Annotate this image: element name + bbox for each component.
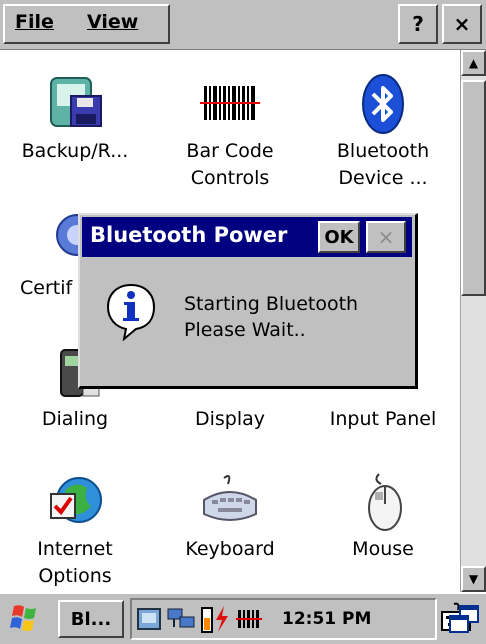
dialog-titlebar: Bluetooth Power OK ×	[82, 217, 412, 257]
close-button[interactable]: ×	[442, 4, 482, 44]
item-label-2: Options	[38, 565, 112, 587]
bluetooth-power-dialog: Bluetooth Power OK × Starting Bluetooth …	[78, 213, 418, 389]
start-button[interactable]	[4, 600, 50, 638]
dialog-ok-button[interactable]: OK	[318, 221, 360, 253]
dialog-message-line2: Please Wait..	[184, 319, 306, 341]
menu-file[interactable]: File	[15, 11, 54, 33]
item-label-2: Device ...	[338, 167, 428, 189]
charging-bolt-icon	[216, 606, 228, 632]
mouse-icon	[351, 470, 415, 534]
control-panel-tray-icon[interactable]	[136, 605, 164, 633]
menu-bar: File View ? ×	[0, 0, 486, 50]
clock[interactable]: 12:51 PM	[282, 609, 371, 629]
desktop-windows-icon	[449, 605, 479, 633]
dialog-message: Starting Bluetooth Please Wait..	[184, 291, 358, 343]
keyboard-icon	[198, 470, 262, 534]
network-tray-icon[interactable]	[166, 605, 198, 633]
backup-disk-icon	[43, 72, 107, 136]
item-bar-code-controls[interactable]: Bar Code Controls	[155, 72, 305, 192]
dialog-title: Bluetooth Power	[90, 223, 288, 247]
show-desktop-button[interactable]	[446, 602, 482, 642]
item-label: Keyboard	[185, 538, 275, 560]
windows-flag-icon	[10, 605, 36, 631]
scroll-up-button[interactable]: ▲	[461, 50, 486, 76]
item-label: Display	[194, 408, 266, 430]
help-button[interactable]: ?	[398, 4, 438, 44]
vertical-scrollbar[interactable]: ▲ ▼	[460, 50, 486, 592]
scroll-down-button[interactable]: ▼	[461, 566, 486, 592]
item-label: Backup/R...	[21, 140, 129, 162]
menu-file-label: File	[15, 11, 54, 33]
taskbar: Bl... 12:51 PM	[0, 592, 486, 644]
barcode-icon	[198, 72, 262, 136]
menu-view-label: View	[87, 11, 139, 33]
dialog-message-line1: Starting Bluetooth	[184, 293, 359, 315]
item-label: Mouse	[352, 538, 414, 560]
item-internet-options[interactable]: Internet Options	[0, 470, 150, 590]
item-label: Dialing	[41, 408, 109, 430]
system-tray: 12:51 PM	[130, 598, 437, 640]
dialog-close-button[interactable]: ×	[366, 221, 406, 253]
task-button-bluetooth[interactable]: Bl...	[58, 600, 124, 638]
item-label: Bar Code	[186, 140, 274, 162]
battery-icon[interactable]	[200, 604, 214, 634]
scroll-thumb[interactable]	[461, 80, 486, 296]
menu-view[interactable]: View	[87, 11, 138, 33]
item-label: Internet	[37, 538, 113, 560]
bluetooth-icon	[351, 72, 415, 136]
item-label-2: Controls	[190, 167, 270, 189]
item-label: Input Panel	[329, 408, 437, 430]
item-keyboard[interactable]: Keyboard	[155, 470, 305, 563]
internet-globe-icon	[43, 470, 107, 534]
item-label: Bluetooth	[336, 140, 430, 162]
item-bluetooth-device[interactable]: Bluetooth Device ...	[308, 72, 458, 192]
menu-group: File View	[3, 4, 170, 44]
info-icon	[104, 281, 158, 345]
item-backup[interactable]: Backup/R...	[0, 72, 150, 165]
item-mouse[interactable]: Mouse	[308, 470, 458, 563]
barcode-tray-icon[interactable]	[236, 608, 276, 630]
